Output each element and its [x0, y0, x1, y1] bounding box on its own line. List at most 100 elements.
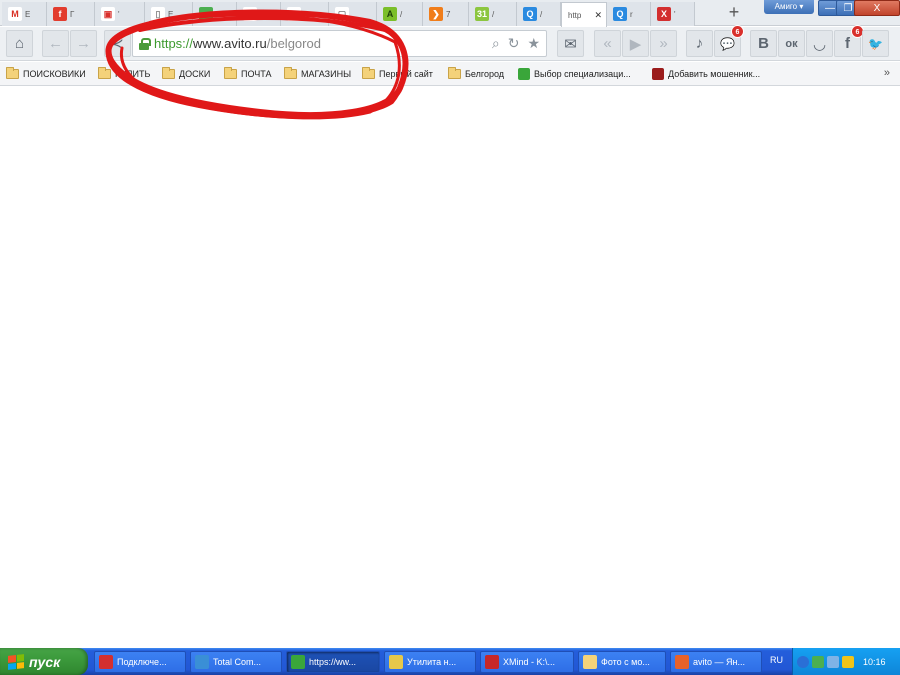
bookmark-label: ДОСКИ	[179, 69, 211, 79]
taskbar-button[interactable]: Утилита н...	[384, 651, 476, 673]
taskbar-app-icon	[291, 655, 305, 669]
bookmark-folder[interactable]: Белгород	[448, 66, 504, 82]
tab-favicon-icon: ✉	[243, 7, 257, 21]
taskbar-label: https://ww...	[309, 657, 357, 667]
taskbar-label: Фото с мо...	[601, 657, 650, 667]
address-bar[interactable]: https:// www.avito.ru /belgorod ⌕ ↻ ★	[132, 30, 547, 57]
play-icon[interactable]: ▶	[622, 30, 649, 57]
taskbar-button[interactable]: Total Com...	[190, 651, 282, 673]
bookmark-label: Белгород	[465, 69, 505, 79]
tab-favicon-icon: ▯	[151, 7, 165, 21]
bookmarks-bar: ПОИСКОВИКИ КУПИТЬ ДОСКИ ПОЧТА МАГАЗИНЫ Первый…	[0, 62, 900, 86]
reload-icon[interactable]: ↻	[508, 35, 520, 52]
chat-button[interactable]: 💬 6	[714, 25, 744, 57]
taskbar-button[interactable]: avito — Ян...	[670, 651, 762, 673]
bookmark-link[interactable]: Добавить мошенник...	[652, 66, 760, 82]
taskbar-app-icon	[99, 655, 113, 669]
search-icon[interactable]: ⌕	[492, 35, 500, 52]
bookmark-label: КУПИТЬ	[115, 69, 151, 79]
bookmark-label: ПОЧТА	[241, 69, 272, 79]
home-icon[interactable]: ⌂	[6, 30, 33, 57]
url-protocol: https://	[154, 36, 194, 51]
browser-tab[interactable]: Qr	[607, 2, 651, 26]
chat-icon: 💬	[720, 36, 735, 51]
browser-tab[interactable]: ◔	[193, 2, 237, 26]
tab-favicon-icon: ▢	[335, 7, 349, 21]
twitter-icon[interactable]: 🐦	[862, 30, 889, 57]
bookmark-folder[interactable]: КУПИТЬ	[98, 66, 150, 82]
odnoklassniki-icon[interactable]: ок	[778, 30, 805, 57]
facebook-icon: f	[845, 35, 850, 52]
taskbar-app-icon	[583, 655, 597, 669]
tab-favicon-icon: f	[53, 7, 67, 21]
next-track-icon[interactable]: »	[650, 30, 677, 57]
taskbar-label: Подключе...	[117, 657, 167, 667]
close-window-button[interactable]: X	[854, 0, 900, 16]
browser-tab[interactable]: ✉	[237, 2, 281, 26]
tray-arrow-icon[interactable]	[797, 655, 809, 668]
share-icon[interactable]: ≺	[104, 30, 131, 57]
folder-icon	[224, 67, 237, 79]
start-button[interactable]: пуск	[0, 648, 88, 675]
browser-tab[interactable]: http ✕	[561, 2, 607, 27]
bookmark-folder[interactable]: МАГАЗИНЫ	[284, 66, 351, 82]
browser-toolbar: ⌂ ← → ≺ https:// www.avito.ru /belgorod …	[0, 25, 900, 61]
bookmark-folder[interactable]: Первый сайт	[362, 66, 433, 82]
close-tab-icon[interactable]: ✕	[594, 10, 602, 21]
language-indicator[interactable]: RU	[770, 655, 783, 665]
bookmark-label: Выбор специализаци...	[534, 69, 631, 79]
folder-icon	[6, 67, 19, 79]
taskbar-button[interactable]: Фото с мо...	[578, 651, 666, 673]
back-icon[interactable]: ←	[42, 30, 69, 57]
account-menu-button[interactable]: Амиго ▾	[764, 0, 814, 14]
browser-tab[interactable]: 31/	[469, 2, 517, 26]
star-icon[interactable]: ★	[527, 35, 540, 52]
system-tray: 10:16	[792, 648, 900, 675]
mail-icon[interactable]: ✉	[557, 30, 584, 57]
tab-title: r	[630, 9, 633, 19]
taskbar-button[interactable]: https://ww...	[286, 651, 380, 673]
display-icon[interactable]	[827, 655, 839, 668]
facebook-button[interactable]: f 6	[834, 25, 864, 57]
taskbar-button[interactable]: Подключе...	[94, 651, 186, 673]
bookmark-folder[interactable]: ПОИСКОВИКИ	[6, 66, 86, 82]
security-icon[interactable]	[842, 655, 854, 668]
taskbar-label: avito — Ян...	[693, 657, 745, 667]
taskbar-app-icon	[389, 655, 403, 669]
music-icon[interactable]: ♪	[686, 30, 713, 57]
browser-tab[interactable]: ME	[2, 2, 47, 26]
bookmark-folder[interactable]: ПОЧТА	[224, 66, 271, 82]
browser-tab[interactable]: Q /	[517, 2, 561, 26]
taskbar-label: XMind - K:\...	[503, 657, 556, 667]
taskbar-button[interactable]: XMind - K:\...	[480, 651, 574, 673]
network-icon[interactable]	[812, 655, 824, 668]
browser-tab[interactable]: ▣ '	[95, 2, 145, 26]
bookmark-label: Первый сайт	[379, 69, 433, 79]
start-label: пуск	[29, 653, 61, 670]
browser-tab[interactable]: ▯ Е	[145, 2, 193, 26]
browser-tab[interactable]: A /	[377, 2, 423, 26]
browser-tab[interactable]: ❯ 7	[423, 2, 469, 26]
browser-tab[interactable]: ▲	[281, 2, 329, 26]
vk-icon[interactable]: В	[750, 30, 777, 57]
taskbar-app-icon	[675, 655, 689, 669]
forward-icon[interactable]: →	[70, 30, 97, 57]
tab-title: Г	[70, 9, 75, 19]
bookmarks-more-icon[interactable]: »	[884, 67, 890, 79]
folder-icon	[98, 67, 111, 79]
url-host: www.avito.ru	[193, 36, 267, 51]
tab-title: Е	[168, 9, 174, 19]
new-tab-button[interactable]: +	[724, 3, 744, 23]
bookmark-folder[interactable]: ДОСКИ	[162, 66, 210, 82]
tab-title: E	[25, 9, 31, 19]
tab-favicon-icon: Q	[523, 7, 537, 21]
tab-favicon-icon: X	[657, 7, 671, 21]
browser-tab[interactable]: fГ	[47, 2, 95, 26]
bookmark-link[interactable]: Выбор специализаци...	[518, 66, 631, 82]
browser-tab[interactable]: ▢	[329, 2, 377, 26]
bookmark-favicon-icon	[652, 68, 664, 80]
prev-track-icon[interactable]: «	[594, 30, 621, 57]
tab-title: http	[568, 10, 582, 20]
my-world-icon[interactable]: ◡	[806, 30, 833, 57]
browser-tab[interactable]: X '	[651, 2, 695, 26]
